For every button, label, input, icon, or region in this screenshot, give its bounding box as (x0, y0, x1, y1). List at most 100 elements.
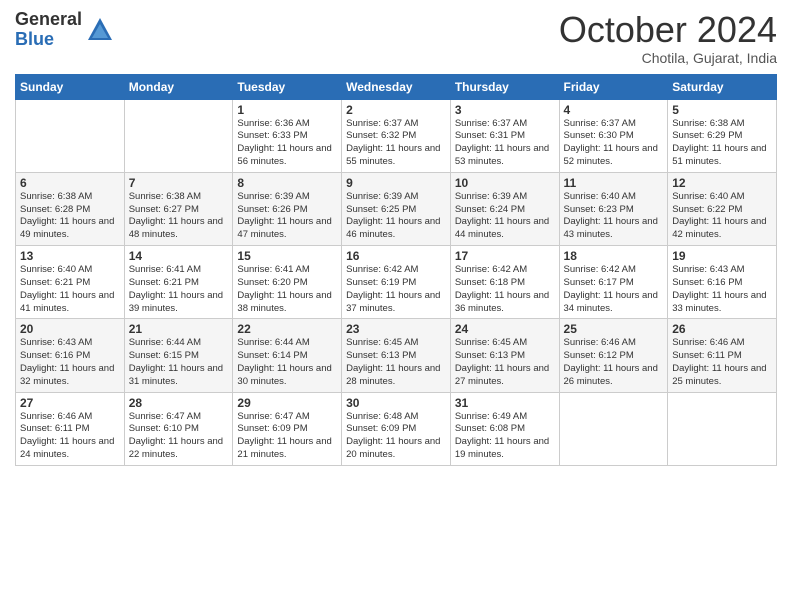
calendar-cell: 9Sunrise: 6:39 AM Sunset: 6:25 PM Daylig… (342, 172, 451, 245)
calendar-week-4: 20Sunrise: 6:43 AM Sunset: 6:16 PM Dayli… (16, 319, 777, 392)
day-detail: Sunrise: 6:47 AM Sunset: 6:09 PM Dayligh… (237, 411, 337, 462)
logo-blue: Blue (15, 30, 82, 50)
calendar-cell: 26Sunrise: 6:46 AM Sunset: 6:11 PM Dayli… (668, 319, 777, 392)
day-number: 20 (20, 322, 120, 336)
day-detail: Sunrise: 6:39 AM Sunset: 6:25 PM Dayligh… (346, 191, 446, 242)
calendar-cell: 18Sunrise: 6:42 AM Sunset: 6:17 PM Dayli… (559, 246, 668, 319)
calendar-cell: 20Sunrise: 6:43 AM Sunset: 6:16 PM Dayli… (16, 319, 125, 392)
day-number: 13 (20, 249, 120, 263)
calendar-cell: 4Sunrise: 6:37 AM Sunset: 6:30 PM Daylig… (559, 99, 668, 172)
day-detail: Sunrise: 6:48 AM Sunset: 6:09 PM Dayligh… (346, 411, 446, 462)
day-number: 16 (346, 249, 446, 263)
header: General Blue October 2024 Chotila, Gujar… (15, 10, 777, 66)
day-detail: Sunrise: 6:36 AM Sunset: 6:33 PM Dayligh… (237, 118, 337, 169)
day-detail: Sunrise: 6:37 AM Sunset: 6:30 PM Dayligh… (564, 118, 664, 169)
col-wednesday: Wednesday (342, 74, 451, 99)
calendar-header-row: Sunday Monday Tuesday Wednesday Thursday… (16, 74, 777, 99)
calendar-cell: 2Sunrise: 6:37 AM Sunset: 6:32 PM Daylig… (342, 99, 451, 172)
day-number: 8 (237, 176, 337, 190)
day-detail: Sunrise: 6:46 AM Sunset: 6:12 PM Dayligh… (564, 337, 664, 388)
calendar-cell: 31Sunrise: 6:49 AM Sunset: 6:08 PM Dayli… (450, 392, 559, 465)
col-sunday: Sunday (16, 74, 125, 99)
day-detail: Sunrise: 6:47 AM Sunset: 6:10 PM Dayligh… (129, 411, 229, 462)
calendar-cell: 29Sunrise: 6:47 AM Sunset: 6:09 PM Dayli… (233, 392, 342, 465)
day-number: 2 (346, 103, 446, 117)
calendar-cell: 7Sunrise: 6:38 AM Sunset: 6:27 PM Daylig… (124, 172, 233, 245)
calendar-cell (559, 392, 668, 465)
col-friday: Friday (559, 74, 668, 99)
day-detail: Sunrise: 6:46 AM Sunset: 6:11 PM Dayligh… (672, 337, 772, 388)
col-thursday: Thursday (450, 74, 559, 99)
day-detail: Sunrise: 6:45 AM Sunset: 6:13 PM Dayligh… (455, 337, 555, 388)
day-number: 23 (346, 322, 446, 336)
calendar-cell: 6Sunrise: 6:38 AM Sunset: 6:28 PM Daylig… (16, 172, 125, 245)
calendar-cell: 5Sunrise: 6:38 AM Sunset: 6:29 PM Daylig… (668, 99, 777, 172)
calendar-cell: 19Sunrise: 6:43 AM Sunset: 6:16 PM Dayli… (668, 246, 777, 319)
day-number: 28 (129, 396, 229, 410)
calendar-week-1: 1Sunrise: 6:36 AM Sunset: 6:33 PM Daylig… (16, 99, 777, 172)
day-number: 6 (20, 176, 120, 190)
day-number: 30 (346, 396, 446, 410)
day-number: 3 (455, 103, 555, 117)
page: General Blue October 2024 Chotila, Gujar… (0, 0, 792, 612)
day-detail: Sunrise: 6:44 AM Sunset: 6:15 PM Dayligh… (129, 337, 229, 388)
calendar-week-5: 27Sunrise: 6:46 AM Sunset: 6:11 PM Dayli… (16, 392, 777, 465)
day-detail: Sunrise: 6:38 AM Sunset: 6:29 PM Dayligh… (672, 118, 772, 169)
day-number: 29 (237, 396, 337, 410)
calendar-cell: 22Sunrise: 6:44 AM Sunset: 6:14 PM Dayli… (233, 319, 342, 392)
day-number: 11 (564, 176, 664, 190)
day-number: 15 (237, 249, 337, 263)
day-detail: Sunrise: 6:42 AM Sunset: 6:19 PM Dayligh… (346, 264, 446, 315)
location-subtitle: Chotila, Gujarat, India (559, 50, 777, 66)
day-number: 25 (564, 322, 664, 336)
logo: General Blue (15, 10, 114, 50)
day-detail: Sunrise: 6:43 AM Sunset: 6:16 PM Dayligh… (672, 264, 772, 315)
day-detail: Sunrise: 6:41 AM Sunset: 6:21 PM Dayligh… (129, 264, 229, 315)
day-number: 4 (564, 103, 664, 117)
day-number: 22 (237, 322, 337, 336)
day-detail: Sunrise: 6:39 AM Sunset: 6:24 PM Dayligh… (455, 191, 555, 242)
calendar-cell: 3Sunrise: 6:37 AM Sunset: 6:31 PM Daylig… (450, 99, 559, 172)
calendar-cell: 10Sunrise: 6:39 AM Sunset: 6:24 PM Dayli… (450, 172, 559, 245)
day-number: 26 (672, 322, 772, 336)
month-title: October 2024 (559, 10, 777, 50)
calendar-cell: 13Sunrise: 6:40 AM Sunset: 6:21 PM Dayli… (16, 246, 125, 319)
day-number: 27 (20, 396, 120, 410)
title-block: October 2024 Chotila, Gujarat, India (559, 10, 777, 66)
calendar-cell: 30Sunrise: 6:48 AM Sunset: 6:09 PM Dayli… (342, 392, 451, 465)
calendar-cell: 21Sunrise: 6:44 AM Sunset: 6:15 PM Dayli… (124, 319, 233, 392)
col-tuesday: Tuesday (233, 74, 342, 99)
calendar-cell: 11Sunrise: 6:40 AM Sunset: 6:23 PM Dayli… (559, 172, 668, 245)
day-number: 21 (129, 322, 229, 336)
day-number: 18 (564, 249, 664, 263)
calendar-cell: 16Sunrise: 6:42 AM Sunset: 6:19 PM Dayli… (342, 246, 451, 319)
logo-text: General Blue (15, 10, 82, 50)
day-detail: Sunrise: 6:43 AM Sunset: 6:16 PM Dayligh… (20, 337, 120, 388)
day-number: 7 (129, 176, 229, 190)
day-number: 10 (455, 176, 555, 190)
day-number: 19 (672, 249, 772, 263)
day-detail: Sunrise: 6:44 AM Sunset: 6:14 PM Dayligh… (237, 337, 337, 388)
calendar-cell (16, 99, 125, 172)
day-detail: Sunrise: 6:37 AM Sunset: 6:31 PM Dayligh… (455, 118, 555, 169)
calendar-week-2: 6Sunrise: 6:38 AM Sunset: 6:28 PM Daylig… (16, 172, 777, 245)
day-detail: Sunrise: 6:40 AM Sunset: 6:23 PM Dayligh… (564, 191, 664, 242)
day-number: 14 (129, 249, 229, 263)
calendar-week-3: 13Sunrise: 6:40 AM Sunset: 6:21 PM Dayli… (16, 246, 777, 319)
calendar-cell (668, 392, 777, 465)
day-detail: Sunrise: 6:42 AM Sunset: 6:18 PM Dayligh… (455, 264, 555, 315)
calendar-cell: 1Sunrise: 6:36 AM Sunset: 6:33 PM Daylig… (233, 99, 342, 172)
day-detail: Sunrise: 6:45 AM Sunset: 6:13 PM Dayligh… (346, 337, 446, 388)
day-number: 12 (672, 176, 772, 190)
calendar-cell: 15Sunrise: 6:41 AM Sunset: 6:20 PM Dayli… (233, 246, 342, 319)
logo-icon (86, 16, 114, 44)
calendar-cell: 28Sunrise: 6:47 AM Sunset: 6:10 PM Dayli… (124, 392, 233, 465)
col-saturday: Saturday (668, 74, 777, 99)
calendar-cell (124, 99, 233, 172)
calendar-cell: 27Sunrise: 6:46 AM Sunset: 6:11 PM Dayli… (16, 392, 125, 465)
day-detail: Sunrise: 6:38 AM Sunset: 6:27 PM Dayligh… (129, 191, 229, 242)
day-detail: Sunrise: 6:49 AM Sunset: 6:08 PM Dayligh… (455, 411, 555, 462)
day-number: 9 (346, 176, 446, 190)
day-detail: Sunrise: 6:40 AM Sunset: 6:21 PM Dayligh… (20, 264, 120, 315)
calendar-cell: 12Sunrise: 6:40 AM Sunset: 6:22 PM Dayli… (668, 172, 777, 245)
